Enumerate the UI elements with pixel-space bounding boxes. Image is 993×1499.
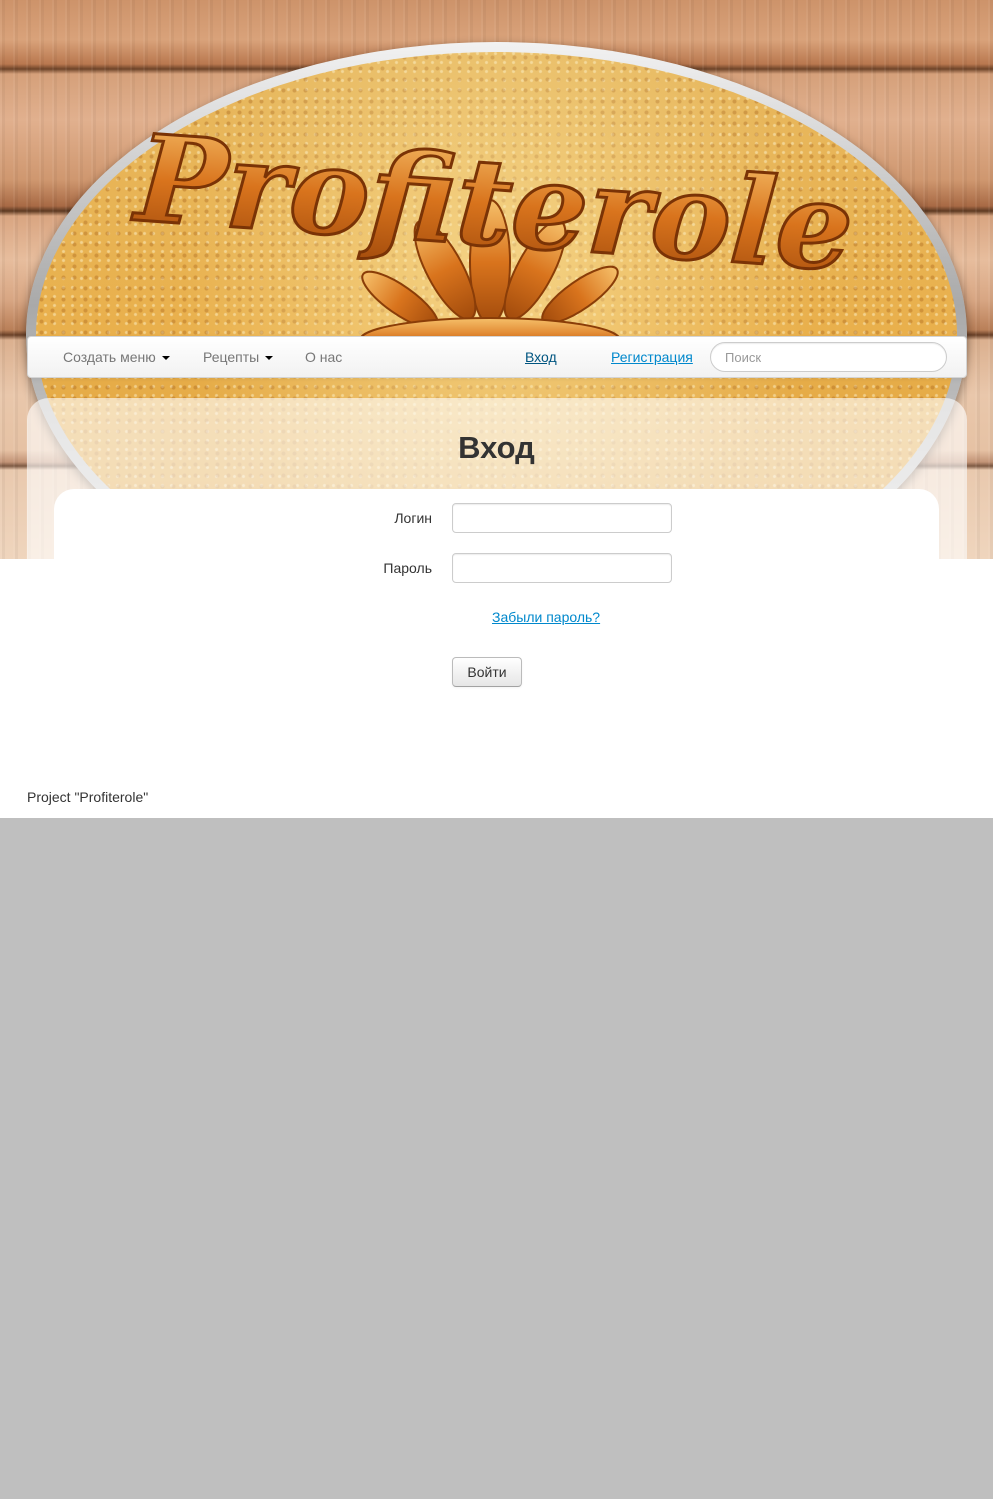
password-label: Пароль <box>383 560 432 576</box>
nav-about-label: О нас <box>305 349 342 365</box>
navbar: Создать меню Рецепты О нас Вход Регистра… <box>27 336 967 378</box>
login-button[interactable]: Войти <box>452 657 522 687</box>
footer-text: Project "Profiterole" <box>27 789 149 805</box>
caret-down-icon <box>265 356 274 361</box>
page-title: Вход <box>458 430 535 465</box>
login-link[interactable]: Вход <box>525 337 557 377</box>
register-link[interactable]: Регистрация <box>611 337 693 377</box>
search-input[interactable] <box>710 342 947 372</box>
nav-recipes-label: Рецепты <box>203 349 260 365</box>
caret-down-icon <box>161 356 170 361</box>
nav-about[interactable]: О нас <box>305 337 342 377</box>
username-label: Логин <box>394 510 432 526</box>
logo-text: Profiterole <box>129 108 858 299</box>
nav-create-menu[interactable]: Создать меню <box>63 337 170 377</box>
nav-recipes[interactable]: Рецепты <box>203 337 274 377</box>
password-field[interactable] <box>452 553 672 583</box>
username-field[interactable] <box>452 503 672 533</box>
nav-create-menu-label: Создать меню <box>63 349 156 365</box>
forgot-password-link[interactable]: Забыли пароль? <box>492 609 600 625</box>
